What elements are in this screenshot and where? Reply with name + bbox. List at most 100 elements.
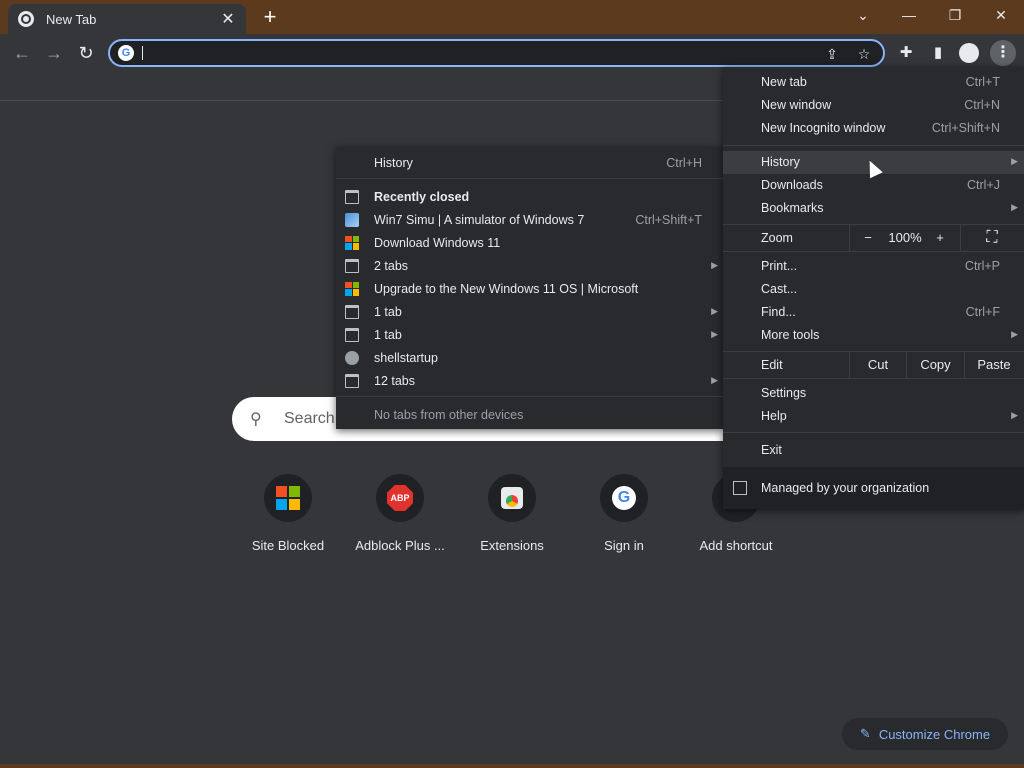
building-icon <box>733 481 747 495</box>
divider <box>336 178 724 179</box>
reload-icon[interactable]: ↻ <box>73 40 99 66</box>
submenu-arrow-icon: ▶ <box>711 306 718 316</box>
menu-settings[interactable]: Settings <box>723 382 1024 405</box>
submenu-arrow-icon: ▶ <box>711 260 718 270</box>
tab-search-icon[interactable]: ⌄ <box>849 4 877 26</box>
divider <box>723 378 1024 379</box>
tab-new-tab[interactable]: New Tab ✕ <box>8 4 246 34</box>
recent-item-12-tabs[interactable]: 12 tabs ▶ <box>336 369 724 392</box>
zoom-level: 100% <box>888 230 922 245</box>
window-bottom-border <box>0 764 1024 768</box>
restore-icon[interactable]: ❐ <box>941 4 969 26</box>
shortcut-sign-in[interactable]: G Sign in <box>568 474 680 553</box>
customize-label: Customize Chrome <box>878 726 991 742</box>
submenu-arrow-icon: ▶ <box>1011 410 1018 420</box>
search-icon: ⚲ <box>250 411 262 428</box>
menu-exit[interactable]: Exit <box>723 439 1024 462</box>
shortcut-label: Site Blocked <box>251 538 325 553</box>
recent-item-shellstartup[interactable]: shellstartup <box>336 346 724 369</box>
title-bar: New Tab ✕ + ⌄ — ❐ ✕ <box>0 0 1024 34</box>
tab-group-icon <box>345 327 359 342</box>
menu-new-incognito[interactable]: New Incognito window Ctrl+Shift+N <box>723 117 1024 140</box>
pencil-icon: ✎ <box>859 726 871 741</box>
tab-icon <box>345 189 359 204</box>
chrome-main-menu: New tab Ctrl+T New window Ctrl+N New Inc… <box>723 67 1024 509</box>
cut-button[interactable]: Cut <box>850 352 906 378</box>
tab-title: New Tab <box>46 11 97 27</box>
no-other-devices: No tabs from other devices <box>374 407 524 422</box>
globe-icon <box>345 350 359 365</box>
address-bar[interactable]: G ⇪ ☆ <box>108 39 885 67</box>
bookmark-star-icon[interactable]: ☆ <box>854 44 874 64</box>
submenu-history[interactable]: History Ctrl+H <box>336 151 724 174</box>
tab-close-icon[interactable]: ✕ <box>220 9 236 29</box>
history-submenu: History Ctrl+H Recently closed Win7 Simu… <box>336 147 724 429</box>
shortcut-adblock-plus[interactable]: ABP Adblock Plus ... <box>344 474 456 553</box>
shortcut-label: Extensions <box>480 538 544 553</box>
menu-downloads[interactable]: Downloads Ctrl+J <box>723 174 1024 197</box>
share-icon[interactable]: ⇪ <box>822 44 842 64</box>
close-window-icon[interactable]: ✕ <box>987 4 1015 26</box>
recent-item-1-tab[interactable]: 1 tab ▶ <box>336 323 724 346</box>
extensions-puzzle-icon[interactable]: ✚ <box>893 40 919 66</box>
recent-item-upgrade-windows-11[interactable]: Upgrade to the New Windows 11 OS | Micro… <box>336 277 724 300</box>
divider <box>723 145 1024 146</box>
zoom-out-button[interactable]: − <box>857 225 879 251</box>
fullscreen-icon[interactable]: ⛶ <box>979 225 1005 251</box>
google-icon: G <box>612 486 636 510</box>
microsoft-logo-icon <box>345 235 359 250</box>
copy-button[interactable]: Copy <box>907 352 964 378</box>
recent-item-1-tab[interactable]: 1 tab ▶ <box>336 300 724 323</box>
managed-by-organization[interactable]: Managed by your organization <box>723 467 1024 509</box>
chrome-favicon-icon <box>18 11 34 27</box>
shortcut-extensions[interactable]: Extensions <box>456 474 568 553</box>
menu-help[interactable]: Help ▶ <box>723 405 1024 428</box>
menu-new-window[interactable]: New window Ctrl+N <box>723 94 1024 117</box>
submenu-arrow-icon: ▶ <box>711 375 718 385</box>
divider <box>723 432 1024 433</box>
zoom-in-button[interactable]: + <box>929 225 951 251</box>
divider <box>723 251 1024 252</box>
win7-icon <box>345 212 359 227</box>
microsoft-logo-icon <box>276 486 300 510</box>
microsoft-logo-icon <box>345 281 359 296</box>
back-icon[interactable]: ← <box>9 40 35 66</box>
submenu-arrow-icon: ▶ <box>1011 329 1018 339</box>
submenu-arrow-icon: ▶ <box>711 329 718 339</box>
paste-button[interactable]: Paste <box>965 352 1023 378</box>
menu-zoom: Zoom − 100% + ⛶ <box>723 225 1024 251</box>
recent-item-win7-simu[interactable]: Win7 Simu | A simulator of Windows 7 Ctr… <box>336 208 724 231</box>
menu-cast[interactable]: Cast... <box>723 278 1024 301</box>
minimize-icon[interactable]: — <box>895 4 923 26</box>
divider <box>336 396 724 397</box>
text-caret <box>142 46 143 60</box>
recent-item-2-tabs[interactable]: 2 tabs ▶ <box>336 254 724 277</box>
menu-more-tools[interactable]: More tools ▶ <box>723 324 1024 347</box>
forward-icon[interactable]: → <box>41 40 67 66</box>
menu-print[interactable]: Print... Ctrl+P <box>723 255 1024 278</box>
side-panel-icon[interactable]: ▮ <box>925 40 951 66</box>
tab-group-icon <box>345 258 359 273</box>
tab-group-icon <box>345 304 359 319</box>
customize-chrome-button[interactable]: ✎ Customize Chrome <box>842 718 1008 750</box>
abp-icon: ABP <box>387 485 413 511</box>
new-tab-button[interactable]: + <box>258 6 282 28</box>
google-icon: G <box>118 45 134 61</box>
tab-group-icon <box>345 373 359 388</box>
extensions-icon <box>501 487 523 509</box>
menu-new-tab[interactable]: New tab Ctrl+T <box>723 71 1024 94</box>
menu-bookmarks[interactable]: Bookmarks ▶ <box>723 197 1024 220</box>
submenu-arrow-icon: ▶ <box>1011 202 1018 212</box>
shortcut-label: Add shortcut <box>699 538 773 553</box>
search-placeholder: Search <box>284 410 335 427</box>
shortcut-label: Adblock Plus ... <box>355 538 445 553</box>
recent-item-download-windows-11[interactable]: Download Windows 11 <box>336 231 724 254</box>
chrome-menu-button[interactable]: ⋮ <box>990 40 1016 66</box>
menu-find[interactable]: Find... Ctrl+F <box>723 301 1024 324</box>
submenu-arrow-icon: ▶ <box>1011 156 1018 166</box>
menu-edit: Edit Cut Copy Paste <box>723 352 1024 378</box>
profile-avatar-icon[interactable] <box>959 43 979 63</box>
shortcut-label: Sign in <box>604 538 644 553</box>
shortcut-site-blocked[interactable]: Site Blocked <box>232 474 344 553</box>
recently-closed-heading: Recently closed <box>336 185 724 208</box>
